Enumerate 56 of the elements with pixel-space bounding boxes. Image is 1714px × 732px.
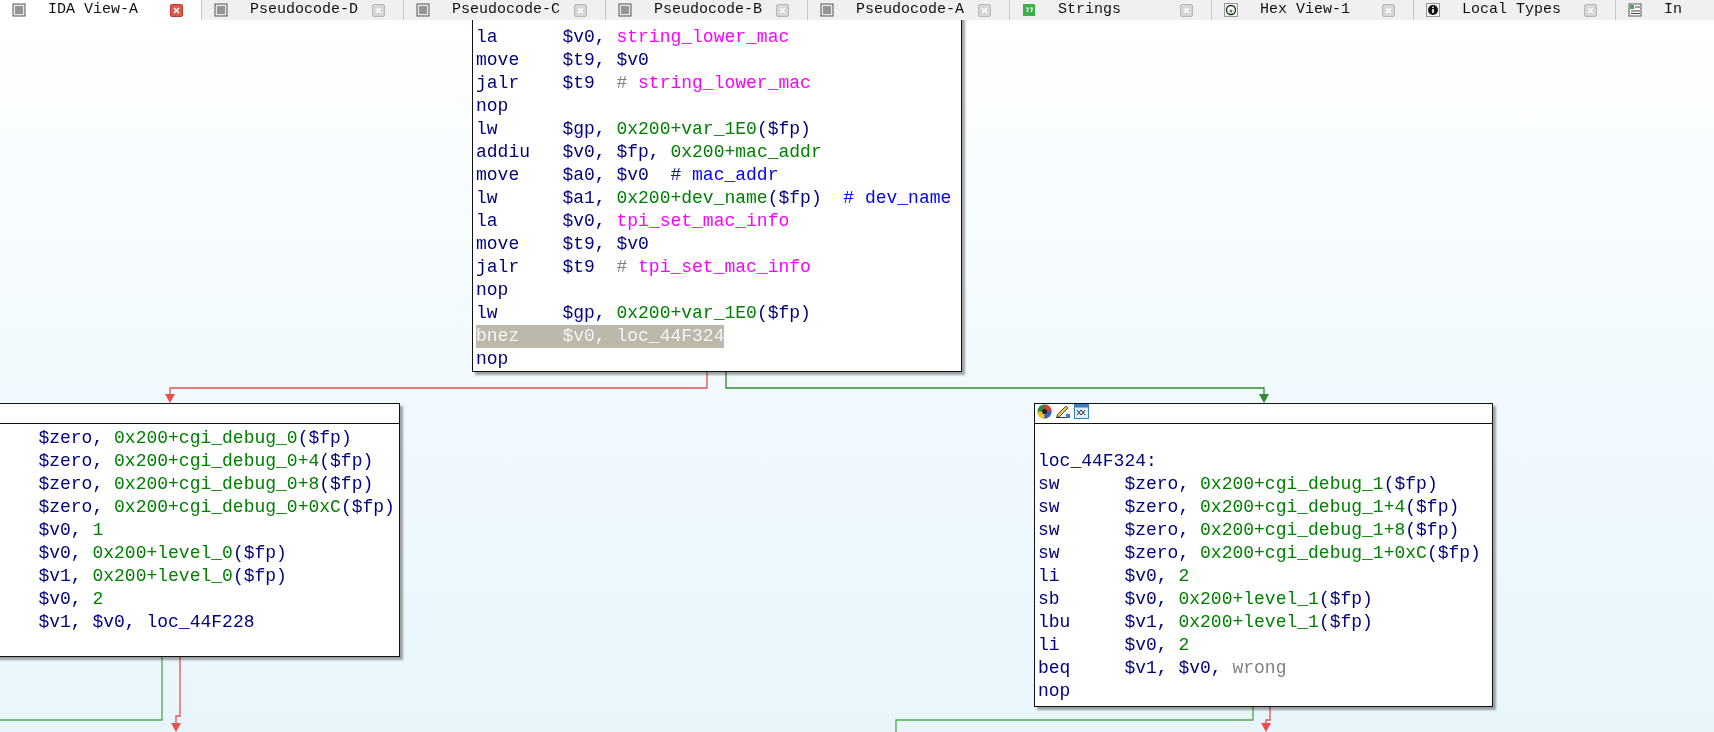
code-line: move $t9, $v0 xyxy=(476,49,649,72)
listing-icon xyxy=(820,3,834,17)
code-line: move $t9, $v0 xyxy=(476,233,649,256)
listing-icon xyxy=(12,3,26,17)
info-icon xyxy=(1426,3,1440,17)
code-line: li $v0, 2 xyxy=(1038,634,1190,657)
code-line: nop xyxy=(476,95,510,118)
tab[interactable]: Strings xyxy=(1010,0,1212,20)
listing-icon xyxy=(618,3,632,17)
structure-icon xyxy=(1628,3,1642,17)
listing-icon xyxy=(214,3,228,17)
listing-icon xyxy=(416,3,430,17)
code-label: loc_44F324: xyxy=(1038,451,1157,471)
code-line: beq $v1, $v0, wrong xyxy=(1038,657,1287,680)
code-line: li $v0, 2 xyxy=(1038,565,1190,588)
code-line: move $a0, $v0 # mac_addr xyxy=(476,164,779,187)
code-line: lbu $v1, 0x200+level_1($fp) xyxy=(1038,611,1373,634)
code-line: jalr $t9 # string_lower_mac xyxy=(476,72,811,95)
code-line: sb $v0, 0x200+level_1($fp) xyxy=(1038,588,1373,611)
close-icon[interactable] xyxy=(170,3,183,17)
code-line: $v0, 2 xyxy=(37,588,104,611)
code-line: la $v0, tpi_set_mac_info xyxy=(476,210,790,233)
code-line: lw $gp, 0x200+var_1E0($fp) xyxy=(476,118,811,141)
tab[interactable]: In xyxy=(1616,0,1714,20)
code-line: addiu $v0, $fp, 0x200+mac_addr xyxy=(476,141,822,164)
tab[interactable]: Pseudocode-B xyxy=(606,0,808,20)
code-line: sw $zero, 0x200+cgi_debug_1($fp) xyxy=(1038,473,1438,496)
graph-icon[interactable] xyxy=(1074,404,1089,419)
color-wheel-icon[interactable] xyxy=(1037,404,1052,419)
code-line: nop xyxy=(476,279,510,302)
code-line: lw $a1, 0x200+dev_name($fp) # dev_name xyxy=(476,187,952,210)
code-line: sw $zero, 0x200+cgi_debug_1+0xC($fp) xyxy=(1038,542,1481,565)
edit-icon[interactable] xyxy=(1055,404,1071,419)
code-line: $zero, 0x200+cgi_debug_0+0xC($fp) xyxy=(37,496,395,519)
code-line: $zero, 0x200+cgi_debug_0+8($fp) xyxy=(37,473,374,496)
code-line: la $v0, string_lower_mac xyxy=(476,26,790,49)
quote-icon xyxy=(1022,3,1036,17)
code-line: $zero, 0x200+cgi_debug_0($fp) xyxy=(37,427,352,450)
tab[interactable]: Pseudocode-A xyxy=(808,0,1010,20)
code-line: sw $zero, 0x200+cgi_debug_1+4($fp) xyxy=(1038,496,1460,519)
tab[interactable]: IDA View-A xyxy=(0,0,202,20)
tab[interactable]: Pseudocode-C xyxy=(404,0,606,20)
code-line: $v0, 0x200+level_0($fp) xyxy=(37,542,287,565)
tab[interactable]: Hex View-1 xyxy=(1212,0,1414,20)
code-line: nop xyxy=(1038,680,1072,703)
code-line: $v0, 1 xyxy=(37,519,104,542)
code-line: $v1, 0x200+level_0($fp) xyxy=(37,565,287,588)
tab[interactable]: Local Types xyxy=(1414,0,1616,20)
code-line: nop xyxy=(476,348,510,371)
false-branch-edge xyxy=(1261,706,1271,732)
code-line: lw $gp, 0x200+var_1E0($fp) xyxy=(476,302,811,325)
code-line: $v1, $v0, loc_44F228 xyxy=(37,611,255,634)
code-line: $zero, 0x200+cgi_debug_0+4($fp) xyxy=(37,450,374,473)
code-line: jalr $t9 # tpi_set_mac_info xyxy=(476,256,811,279)
tab[interactable]: Pseudocode-D xyxy=(202,0,404,20)
code-line: sw $zero, 0x200+cgi_debug_1+8($fp) xyxy=(1038,519,1460,542)
